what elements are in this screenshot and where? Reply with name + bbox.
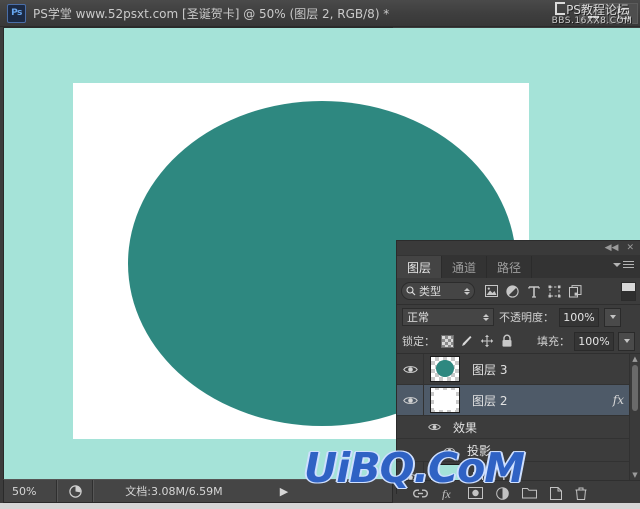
eye-icon	[402, 396, 418, 404]
filter-type-spinner-icon[interactable]	[464, 287, 470, 295]
new-layer-icon[interactable]	[550, 486, 562, 500]
layer-thumbnail[interactable]	[430, 387, 460, 413]
table-row[interactable]: 图层 3	[397, 354, 640, 385]
blend-mode-row: 正常 不透明度： 100%	[397, 305, 640, 329]
layer-visibility-toggle[interactable]	[397, 462, 424, 480]
layer-thumbnail-circle	[436, 360, 454, 377]
effect-label[interactable]: 效果	[453, 419, 477, 436]
window-title: PS学堂 www.52psxt.com [圣诞贺卡] @ 50% (图层 2, …	[33, 6, 390, 21]
panel-menu-icon[interactable]	[613, 261, 634, 268]
search-icon	[406, 286, 416, 296]
lock-transparency-icon[interactable]	[439, 333, 455, 349]
effect-visibility-toggle[interactable]	[397, 422, 447, 432]
tab-channels[interactable]: 通道	[442, 256, 488, 278]
document-info-icon[interactable]	[58, 484, 92, 498]
layer-name[interactable]: 图层 2	[472, 392, 507, 409]
fill-label: 填充：	[537, 335, 570, 348]
document-frame	[3, 27, 640, 505]
effect-label[interactable]: 投影	[467, 442, 491, 459]
tab-layers[interactable]: 图层	[397, 256, 443, 278]
panel-footer: fx	[397, 480, 640, 505]
effect-visibility-toggle[interactable]	[397, 446, 461, 455]
minimize-icon	[588, 16, 599, 18]
opacity-dropdown-icon[interactable]	[604, 307, 621, 327]
filter-enable-toggle[interactable]	[621, 281, 636, 301]
fill-value[interactable]: 100%	[574, 331, 614, 351]
layers-panel: ◀◀ ✕ 图层 通道 路径 类型 正常 不透明度： 100% 锁定： 填充： 1…	[396, 240, 640, 505]
photoshop-logo-icon: Ps	[7, 3, 26, 23]
layer-visibility-toggle[interactable]	[397, 385, 424, 415]
panel-menu-triangle-icon	[613, 262, 621, 267]
layer-fx-icon[interactable]: fx	[613, 393, 624, 407]
window-controls	[579, 3, 638, 24]
title-bar[interactable]: Ps PS学堂 www.52psxt.com [圣诞贺卡] @ 50% (图层 …	[0, 0, 640, 27]
filter-adjustment-icon[interactable]	[502, 282, 523, 300]
scroll-up-arrow-icon[interactable]: ▲	[630, 354, 640, 364]
opacity-value[interactable]: 100%	[559, 307, 599, 327]
delete-layer-icon[interactable]	[575, 487, 587, 500]
new-group-icon[interactable]	[522, 487, 537, 499]
status-expand-arrow-icon[interactable]: ▶	[272, 485, 296, 498]
lock-all-icon[interactable]	[499, 333, 515, 349]
filter-type-label: 类型	[419, 285, 441, 298]
layer-thumbnail[interactable]	[430, 464, 460, 480]
lock-label: 锁定：	[402, 335, 435, 348]
layer-list[interactable]: 图层 3 图层 2 fx 效果 投影 图层 1 ▲ ▼	[397, 354, 640, 480]
add-layer-style-icon[interactable]: fx	[441, 487, 455, 500]
table-row[interactable]: 图层 1	[397, 462, 640, 480]
blend-mode-select[interactable]: 正常	[402, 308, 494, 326]
fill-dropdown-icon[interactable]	[618, 331, 635, 351]
layer-name[interactable]: 图层 1	[472, 469, 507, 481]
eye-icon	[444, 447, 455, 453]
restore-button[interactable]	[609, 3, 638, 24]
photoshop-window: Ps PS学堂 www.52psxt.com [圣诞贺卡] @ 50% (图层 …	[0, 0, 640, 509]
blend-mode-spinner-icon[interactable]	[483, 313, 489, 321]
window-bottom-edge	[0, 503, 640, 509]
layer-list-scrollbar[interactable]: ▲ ▼	[629, 354, 640, 480]
tab-paths[interactable]: 路径	[487, 256, 533, 278]
layer-thumbnail-mask	[434, 390, 456, 410]
filter-smartobject-icon[interactable]	[565, 282, 586, 300]
filter-pixel-icon[interactable]	[481, 282, 502, 300]
close-panel-icon[interactable]: ✕	[626, 243, 634, 253]
eye-icon	[402, 365, 418, 373]
scrollbar-thumb[interactable]	[632, 365, 638, 411]
collapse-panel-icon[interactable]: ◀◀	[605, 243, 619, 253]
link-layers-icon[interactable]	[413, 488, 428, 499]
panel-top-strip: ◀◀ ✕	[397, 241, 640, 256]
panel-tabs: 图层 通道 路径	[397, 256, 640, 278]
panel-menu-lines-icon	[623, 261, 634, 268]
status-bar: 50% 文档:3.08M/6.59M ▶	[3, 479, 393, 503]
layer-visibility-toggle[interactable]	[397, 354, 424, 384]
eye-icon	[402, 473, 418, 480]
list-item[interactable]: 效果	[397, 416, 640, 439]
table-row[interactable]: 图层 2 fx	[397, 385, 640, 416]
blend-mode-value: 正常	[407, 311, 429, 324]
svg-text:fx: fx	[442, 487, 451, 500]
minimize-button[interactable]	[579, 3, 608, 24]
scroll-down-arrow-icon[interactable]: ▼	[630, 470, 640, 480]
lock-row: 锁定： 填充： 100%	[397, 329, 640, 354]
restore-icon	[618, 8, 629, 19]
lock-position-icon[interactable]	[479, 333, 495, 349]
add-layer-mask-icon[interactable]	[468, 487, 483, 499]
lock-pixels-icon[interactable]	[459, 333, 475, 349]
filter-shape-icon[interactable]	[544, 282, 565, 300]
layer-thumbnail[interactable]	[430, 356, 460, 382]
filter-type-select[interactable]: 类型	[401, 282, 475, 300]
new-adjustment-layer-icon[interactable]	[496, 486, 509, 500]
layer-filter-row: 类型	[397, 278, 640, 305]
opacity-label: 不透明度：	[499, 311, 554, 324]
filter-type-icon[interactable]	[523, 282, 544, 300]
eye-icon	[428, 424, 441, 430]
list-item[interactable]: 投影	[397, 439, 640, 462]
layer-name[interactable]: 图层 3	[472, 361, 507, 378]
status-document-size: 文档:3.08M/6.59M	[125, 485, 223, 498]
status-zoom-level[interactable]: 50%	[4, 485, 56, 498]
